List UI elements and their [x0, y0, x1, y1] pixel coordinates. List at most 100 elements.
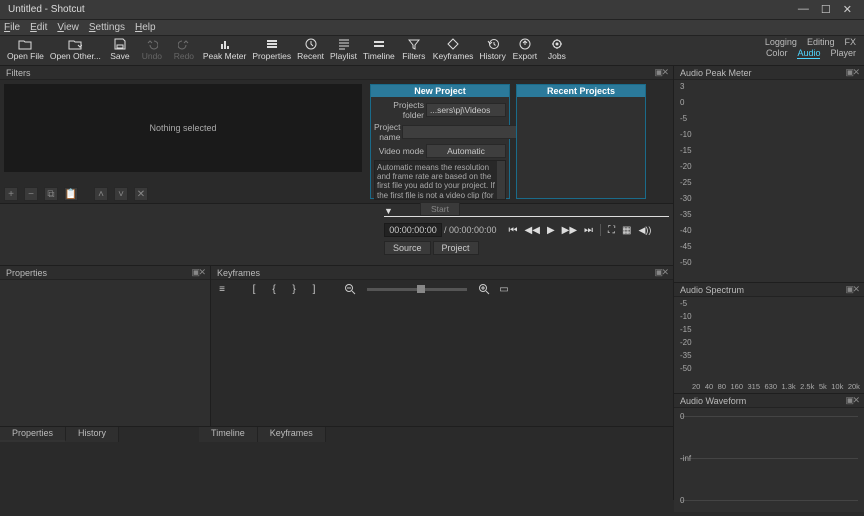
skip-previous-button[interactable]: ⏮	[509, 225, 518, 236]
toolbar-keyframes-button[interactable]: Keyframes	[430, 37, 477, 61]
tab-history[interactable]: History	[66, 427, 119, 442]
toolbar-redo-button[interactable]: Redo	[168, 37, 200, 61]
peak-scale-label: -5	[680, 114, 692, 123]
tab-keyframes[interactable]: Keyframes	[258, 427, 326, 442]
layout-logging[interactable]: Logging	[765, 37, 797, 47]
filter-move-down-button[interactable]: ˅	[114, 187, 128, 201]
toolbar-playlist-button[interactable]: Playlist	[327, 37, 360, 61]
toolbar-recent-button[interactable]: Recent	[294, 37, 327, 61]
layout-color[interactable]: Color	[766, 48, 788, 59]
window-maximize[interactable]: ☐	[821, 3, 831, 16]
main-toolbar: Open FileOpen Other...SaveUndoRedoPeak M…	[0, 36, 864, 66]
peak-scale-label: -15	[680, 146, 692, 155]
projects-folder-label: Projects folder	[374, 100, 424, 120]
window-minimize[interactable]: —	[798, 3, 809, 16]
recent-projects-title: Recent Projects	[517, 85, 645, 97]
filters-panel-undock[interactable]: ▣ ✕	[654, 67, 667, 78]
keyframes-menu-button[interactable]: ≡	[215, 282, 229, 296]
play-button[interactable]: ▶	[547, 225, 555, 236]
layout-audio[interactable]: Audio	[797, 48, 820, 59]
filter-copy-button[interactable]: ⧉	[44, 187, 58, 201]
toolbar-open-file-button[interactable]: Open File	[4, 37, 47, 61]
menu-edit[interactable]: Edit	[30, 22, 47, 33]
filter-deselect-button[interactable]: ✕	[134, 187, 148, 201]
recent-projects-panel: Recent Projects	[516, 84, 646, 199]
peak-scale-label: 0	[680, 98, 692, 107]
description-scrollbar[interactable]	[497, 161, 505, 199]
rewind-button[interactable]: ◀◀	[525, 225, 540, 236]
keyframe-last[interactable]: }	[287, 282, 301, 296]
properties-body	[0, 280, 210, 426]
zoom-out-icon[interactable]	[343, 282, 357, 296]
zoom-fit-button[interactable]: ⛶	[608, 225, 615, 236]
filters-panel-title: Filters	[6, 68, 31, 78]
audio-waveform: 0-inf0	[674, 408, 864, 512]
peak-scale-label: -10	[680, 130, 692, 139]
zoom-in-icon[interactable]	[477, 282, 491, 296]
layout-fx[interactable]: FX	[844, 37, 856, 47]
layout-player[interactable]: Player	[830, 48, 856, 59]
keyframe-set-first[interactable]: [	[247, 282, 261, 296]
peak-scale-label: -25	[680, 178, 692, 187]
toolbar-save-button[interactable]: Save	[104, 37, 136, 61]
properties-panel-undock[interactable]: ▣ ✕	[191, 267, 204, 278]
menu-settings[interactable]: Settings	[89, 22, 125, 33]
layout-editing[interactable]: Editing	[807, 37, 835, 47]
timecode-input[interactable]: 00:00:00:00	[384, 223, 442, 237]
menu-view[interactable]: View	[57, 22, 79, 33]
peak-scale-label: -35	[680, 210, 692, 219]
zoom-fit-icon[interactable]: ▭	[497, 282, 511, 296]
tab-properties[interactable]: Properties	[0, 427, 66, 442]
filters-preview: Nothing selected	[4, 84, 362, 172]
peak-scale-label: -45	[680, 242, 692, 251]
player-tab-source[interactable]: Source	[384, 241, 431, 255]
new-project-panel: New Project Projects folder ...sers\pj\V…	[370, 84, 510, 199]
project-name-label: Project name	[374, 122, 400, 142]
toolbar-export-button[interactable]: Export	[509, 37, 541, 61]
audio-peak-undock[interactable]: ▣ ✕	[845, 67, 858, 78]
window-close[interactable]: ✕	[843, 3, 852, 16]
filter-add-button[interactable]: +	[4, 187, 18, 201]
audio-spectrum-undock[interactable]: ▣ ✕	[845, 284, 858, 295]
start-button[interactable]: Start	[420, 202, 460, 216]
toolbar-history-button[interactable]: History	[476, 37, 508, 61]
toolbar-properties-button[interactable]: Properties	[249, 37, 294, 61]
filter-remove-button[interactable]: −	[24, 187, 38, 201]
skip-next-button[interactable]: ⏭	[584, 225, 593, 236]
keyframes-panel-title: Keyframes	[217, 268, 260, 278]
peak-scale-label: -50	[680, 258, 692, 267]
projects-folder-button[interactable]: ...sers\pj\Videos	[426, 103, 506, 117]
filter-move-up-button[interactable]: ˄	[94, 187, 108, 201]
window-title: Untitled - Shotcut	[4, 4, 798, 15]
toolbar-peak-meter-button[interactable]: Peak Meter	[200, 37, 249, 61]
toolbar-open-other--button[interactable]: Open Other...	[47, 37, 104, 61]
zoom-slider[interactable]	[367, 288, 467, 291]
audio-spectrum-title: Audio Spectrum	[680, 285, 744, 295]
toolbar-timeline-button[interactable]: Timeline	[360, 37, 398, 61]
menu-help[interactable]: Help	[135, 22, 156, 33]
video-mode-select[interactable]: Automatic	[426, 144, 506, 158]
new-project-title: New Project	[371, 85, 509, 97]
toolbar-jobs-button[interactable]: Jobs	[541, 37, 573, 61]
player-tab-project[interactable]: Project	[433, 241, 479, 255]
project-name-input[interactable]	[402, 125, 521, 139]
keyframes-panel-undock[interactable]: ▣ ✕	[654, 267, 667, 278]
audio-waveform-undock[interactable]: ▣ ✕	[845, 395, 858, 406]
toolbar-undo-button[interactable]: Undo	[136, 37, 168, 61]
menu-file[interactable]: File	[4, 22, 20, 33]
audio-peak-meter: 30-5-10-15-20-25-30-35-40-45-50	[674, 80, 864, 282]
fast-forward-button[interactable]: ▶▶	[562, 225, 577, 236]
video-mode-description: Automatic means the resolution and frame…	[374, 160, 506, 200]
filter-paste-button[interactable]: 📋	[64, 187, 78, 201]
menu-bar: File Edit View Settings Help	[0, 20, 864, 36]
keyframe-set-last[interactable]: ]	[307, 282, 321, 296]
tab-timeline[interactable]: Timeline	[199, 427, 258, 442]
audio-spectrum: -5-10-15-20-35-50 2040801603156301.3k2.5…	[674, 297, 864, 393]
peak-scale-label: -20	[680, 162, 692, 171]
duration-text: / 00:00:00:00	[444, 225, 497, 235]
keyframe-first[interactable]: {	[267, 282, 281, 296]
toolbar-filters-button[interactable]: Filters	[398, 37, 430, 61]
video-mode-label: Video mode	[374, 146, 424, 156]
volume-button[interactable]: ◀))	[638, 225, 651, 236]
grid-button[interactable]: ▦	[622, 225, 631, 236]
